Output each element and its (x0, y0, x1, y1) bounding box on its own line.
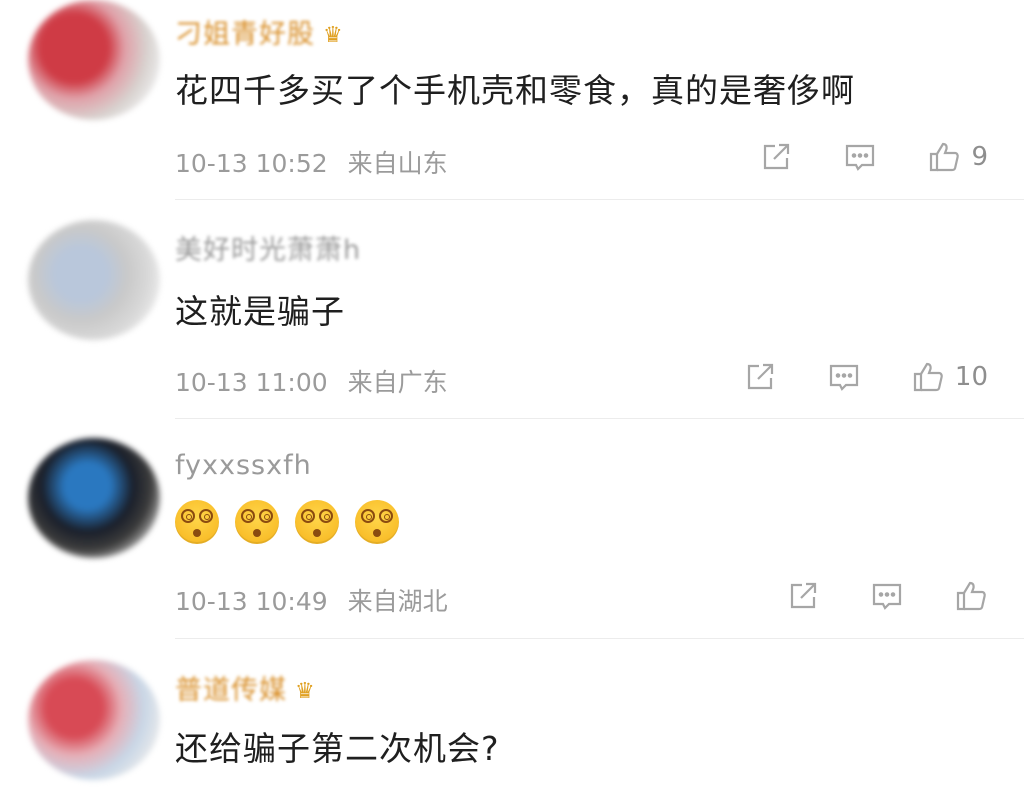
comment-text: 还给骗子第二次机会? (175, 729, 500, 768)
avatar[interactable] (28, 660, 160, 780)
dizzy-face-emoji (295, 500, 339, 544)
comment-icon[interactable] (870, 579, 904, 613)
action-bar: 9 (709, 140, 988, 174)
comment-date: 10-13 10:49 (175, 587, 328, 616)
username-text[interactable]: 普道传媒 (175, 675, 287, 706)
crown-icon: ♛ (323, 23, 344, 48)
share-icon[interactable] (743, 360, 777, 394)
comment-meta: 10-13 10:49 来自湖北 (175, 582, 448, 618)
divider (175, 418, 1024, 419)
comment-location: 来自湖北 (347, 587, 448, 616)
thumbs-up-icon[interactable] (954, 579, 988, 613)
action-bar: 10 (693, 360, 988, 394)
like-button[interactable]: 10 (911, 360, 988, 394)
username[interactable]: 美好时光萧萧h (175, 228, 361, 267)
avatar[interactable] (28, 438, 160, 558)
crown-icon: ♛ (295, 679, 316, 704)
username-text[interactable]: 美好时光萧萧h (175, 235, 361, 266)
share-icon[interactable] (786, 579, 820, 613)
like-button[interactable] (954, 579, 988, 613)
comment-icon[interactable] (843, 140, 877, 174)
like-count: 9 (971, 142, 988, 172)
username-text[interactable]: fyxxssxfh (175, 450, 312, 481)
comment-text: 花四千多买了个手机壳和零食，真的是奢侈啊 (175, 71, 855, 110)
avatar[interactable] (28, 220, 160, 340)
comment-date: 10-13 10:52 (175, 149, 328, 178)
comment-text: 这就是骗子 (175, 292, 345, 331)
avatar[interactable] (28, 0, 160, 120)
divider (175, 638, 1024, 639)
comment-location: 来自广东 (347, 368, 448, 397)
comment-icon[interactable] (827, 360, 861, 394)
dizzy-face-emoji (355, 500, 399, 544)
username-text[interactable]: 刁姐青好股 (175, 19, 315, 50)
share-icon[interactable] (759, 140, 793, 174)
username[interactable]: 普道传媒 ♛ (175, 668, 316, 707)
dizzy-face-emoji (175, 500, 219, 544)
divider (175, 199, 1024, 200)
thumbs-up-icon[interactable] (911, 360, 945, 394)
emoji-row (175, 500, 415, 544)
comment-location: 来自山东 (347, 149, 448, 178)
dizzy-face-emoji (235, 500, 279, 544)
username[interactable]: fyxxssxfh (175, 450, 312, 481)
action-bar (736, 579, 988, 613)
like-count: 10 (954, 362, 988, 392)
username[interactable]: 刁姐青好股 ♛ (175, 12, 344, 51)
comment-meta: 10-13 11:00 来自广东 (175, 363, 448, 399)
like-button[interactable]: 9 (927, 140, 988, 174)
comment-date: 10-13 11:00 (175, 368, 328, 397)
comment-meta: 10-13 10:52 来自山东 (175, 144, 448, 180)
thumbs-up-icon[interactable] (927, 140, 961, 174)
